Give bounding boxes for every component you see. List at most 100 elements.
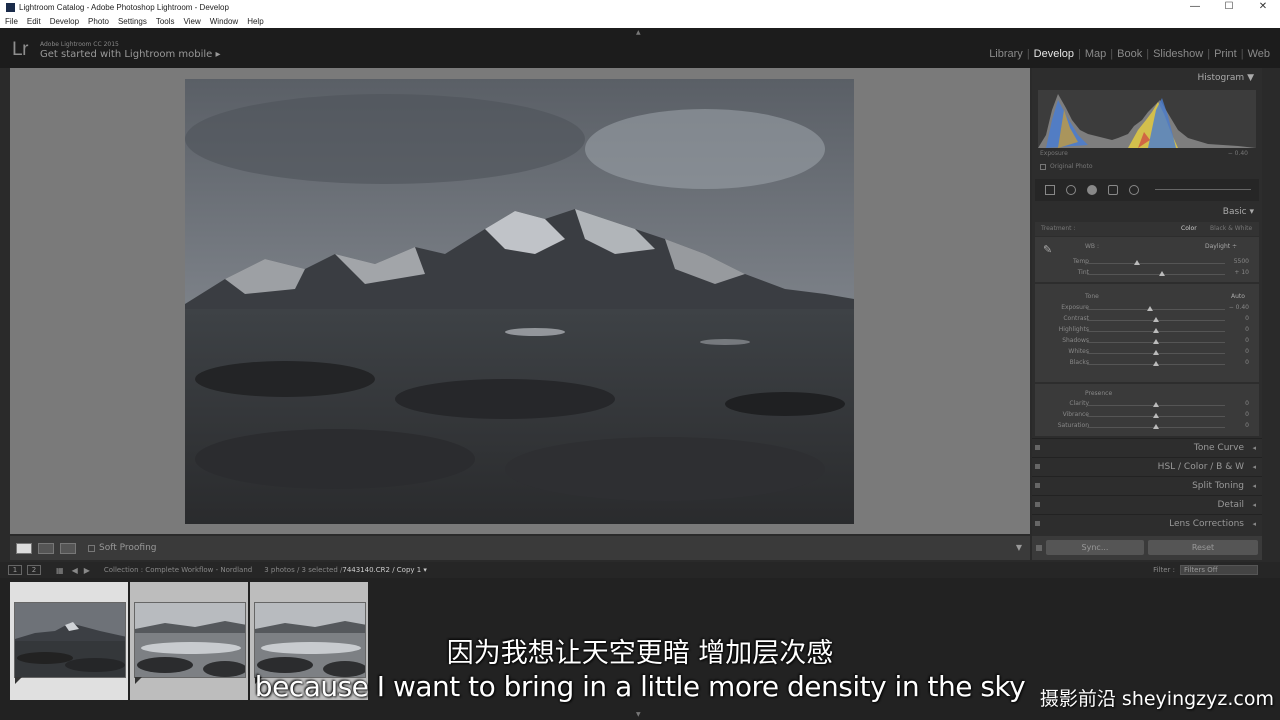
menu-tools[interactable]: Tools xyxy=(156,17,175,26)
slider-thumb-icon[interactable] xyxy=(1147,306,1154,311)
adjustment-brush-slider[interactable] xyxy=(1155,189,1251,190)
menu-file[interactable]: File xyxy=(5,17,18,26)
menu-edit[interactable]: Edit xyxy=(27,17,41,26)
slider-track[interactable] xyxy=(1087,263,1225,264)
treatment-bw[interactable]: Black & White xyxy=(1210,225,1252,232)
slider-value[interactable]: − 0.40 xyxy=(1229,304,1249,311)
expand-icon[interactable]: ◂ xyxy=(1252,482,1256,490)
slider-whites[interactable]: Whites 0 xyxy=(1035,348,1259,359)
menu-develop[interactable]: Develop xyxy=(50,17,79,26)
secondary-window-button[interactable]: 2 xyxy=(27,565,41,575)
sync-button[interactable]: Sync... xyxy=(1046,540,1144,555)
auto-sync-switch[interactable] xyxy=(1036,545,1042,551)
slider-highlights[interactable]: Highlights 0 xyxy=(1035,326,1259,337)
slider-thumb-icon[interactable] xyxy=(1133,260,1140,265)
expand-icon[interactable]: ◂ xyxy=(1252,520,1256,528)
menu-settings[interactable]: Settings xyxy=(118,17,147,26)
soft-proofing-toggle[interactable]: Soft Proofing xyxy=(88,543,157,553)
slider-thumb-icon[interactable] xyxy=(1153,413,1159,418)
loupe-view-button[interactable] xyxy=(16,542,32,554)
main-photo[interactable] xyxy=(185,79,854,524)
slider-blacks[interactable]: Blacks 0 xyxy=(1035,359,1259,370)
slider-thumb-icon[interactable] xyxy=(1158,271,1165,276)
lightroom-mobile-link[interactable]: Get started with Lightroom mobile ▸ xyxy=(40,49,220,60)
menu-window[interactable]: Window xyxy=(210,17,238,26)
minimize-button[interactable]: — xyxy=(1178,0,1212,14)
module-book[interactable]: Book xyxy=(1117,48,1142,60)
slider-exposure[interactable]: Exposure − 0.40 xyxy=(1035,304,1259,315)
slider-tint[interactable]: Tint + 10 xyxy=(1035,269,1259,280)
maximize-button[interactable]: ☐ xyxy=(1212,0,1246,14)
module-develop[interactable]: Develop xyxy=(1034,48,1074,60)
spot-removal-tool-icon[interactable] xyxy=(1066,185,1076,195)
module-print[interactable]: Print xyxy=(1214,48,1237,60)
slider-value[interactable]: 0 xyxy=(1245,422,1249,429)
filter-dropdown[interactable]: Filters Off xyxy=(1180,565,1258,575)
close-button[interactable]: ✕ xyxy=(1246,0,1280,14)
left-panel-edge[interactable] xyxy=(0,68,10,560)
wb-dropdown[interactable]: Daylight ÷ xyxy=(1205,243,1237,250)
radial-filter-icon[interactable] xyxy=(1129,185,1139,195)
slider-track[interactable] xyxy=(1087,274,1225,275)
back-arrow-icon[interactable]: ◀ xyxy=(72,566,78,575)
slider-thumb-icon[interactable] xyxy=(1153,339,1159,344)
slider-value[interactable]: 0 xyxy=(1245,326,1249,333)
slider-thumb-icon[interactable] xyxy=(1153,328,1159,333)
slider-value[interactable]: 0 xyxy=(1245,411,1249,418)
slider-saturation[interactable]: Saturation 0 xyxy=(1035,422,1259,433)
red-eye-tool-icon[interactable] xyxy=(1087,185,1097,195)
slider-track[interactable] xyxy=(1087,309,1225,310)
hsl-panel[interactable]: HSL / Color / B & W ◂ xyxy=(1032,457,1262,475)
image-canvas[interactable] xyxy=(10,68,1030,534)
slider-value[interactable]: 0 xyxy=(1245,348,1249,355)
slider-thumb-icon[interactable] xyxy=(1153,350,1159,355)
split-toning-panel[interactable]: Split Toning ◂ xyxy=(1032,476,1262,494)
graduated-filter-icon[interactable] xyxy=(1108,185,1118,195)
expand-icon[interactable]: ◂ xyxy=(1252,501,1256,509)
module-web[interactable]: Web xyxy=(1248,48,1270,60)
reset-button[interactable]: Reset xyxy=(1148,540,1258,555)
module-library[interactable]: Library xyxy=(989,48,1023,60)
slider-vibrance[interactable]: Vibrance 0 xyxy=(1035,411,1259,422)
slider-value[interactable]: 0 xyxy=(1245,315,1249,322)
expand-icon[interactable]: ◂ xyxy=(1252,444,1256,452)
histogram[interactable] xyxy=(1038,90,1256,148)
tone-curve-panel[interactable]: Tone Curve ◂ xyxy=(1032,438,1262,456)
main-window-button[interactable]: 1 xyxy=(8,565,22,575)
detail-panel[interactable]: Detail ◂ xyxy=(1032,495,1262,513)
eyedropper-icon[interactable]: ✎ xyxy=(1043,243,1052,256)
menu-help[interactable]: Help xyxy=(247,17,263,26)
slider-value[interactable]: 5500 xyxy=(1234,258,1249,265)
slider-thumb-icon[interactable] xyxy=(1153,402,1159,407)
current-file[interactable]: 7443140.CR2 / Copy 1 ▾ xyxy=(342,566,427,574)
slider-contrast[interactable]: Contrast 0 xyxy=(1035,315,1259,326)
original-photo-toggle[interactable]: Original Photo xyxy=(1040,163,1093,170)
collection-path[interactable]: Collection : Complete Workflow - Nordlan… xyxy=(104,566,252,574)
slider-temp[interactable]: Temp 5500 xyxy=(1035,258,1259,269)
module-slideshow[interactable]: Slideshow xyxy=(1153,48,1203,60)
slider-value[interactable]: 0 xyxy=(1245,337,1249,344)
slider-thumb-icon[interactable] xyxy=(1153,424,1159,429)
slider-thumb-icon[interactable] xyxy=(1153,317,1159,322)
grid-view-icon[interactable]: ▦ xyxy=(56,566,64,575)
soft-proofing-checkbox[interactable] xyxy=(88,544,95,552)
slider-value[interactable]: 0 xyxy=(1245,400,1249,407)
histogram-header[interactable]: Histogram ▼ xyxy=(1198,73,1254,83)
expand-icon[interactable]: ◂ xyxy=(1252,463,1256,471)
original-photo-checkbox[interactable] xyxy=(1040,163,1046,170)
before-after-button[interactable] xyxy=(38,542,54,554)
bottom-panel-toggle-icon[interactable]: ▼ xyxy=(636,711,641,718)
top-panel-toggle-icon[interactable]: ▲ xyxy=(636,29,641,36)
right-panel-edge[interactable] xyxy=(1270,68,1280,560)
menu-photo[interactable]: Photo xyxy=(88,17,109,26)
compare-button[interactable] xyxy=(60,542,76,554)
menu-view[interactable]: View xyxy=(184,17,201,26)
basic-header[interactable]: Basic ▾ xyxy=(1223,207,1254,217)
slider-clarity[interactable]: Clarity 0 xyxy=(1035,400,1259,411)
slider-shadows[interactable]: Shadows 0 xyxy=(1035,337,1259,348)
slider-thumb-icon[interactable] xyxy=(1153,361,1159,366)
module-map[interactable]: Map xyxy=(1085,48,1106,60)
toolbar-options-chevron-icon[interactable]: ▼ xyxy=(1016,543,1022,552)
lens-corrections-panel[interactable]: Lens Corrections ◂ xyxy=(1032,514,1262,532)
treatment-color[interactable]: Color xyxy=(1181,225,1197,232)
